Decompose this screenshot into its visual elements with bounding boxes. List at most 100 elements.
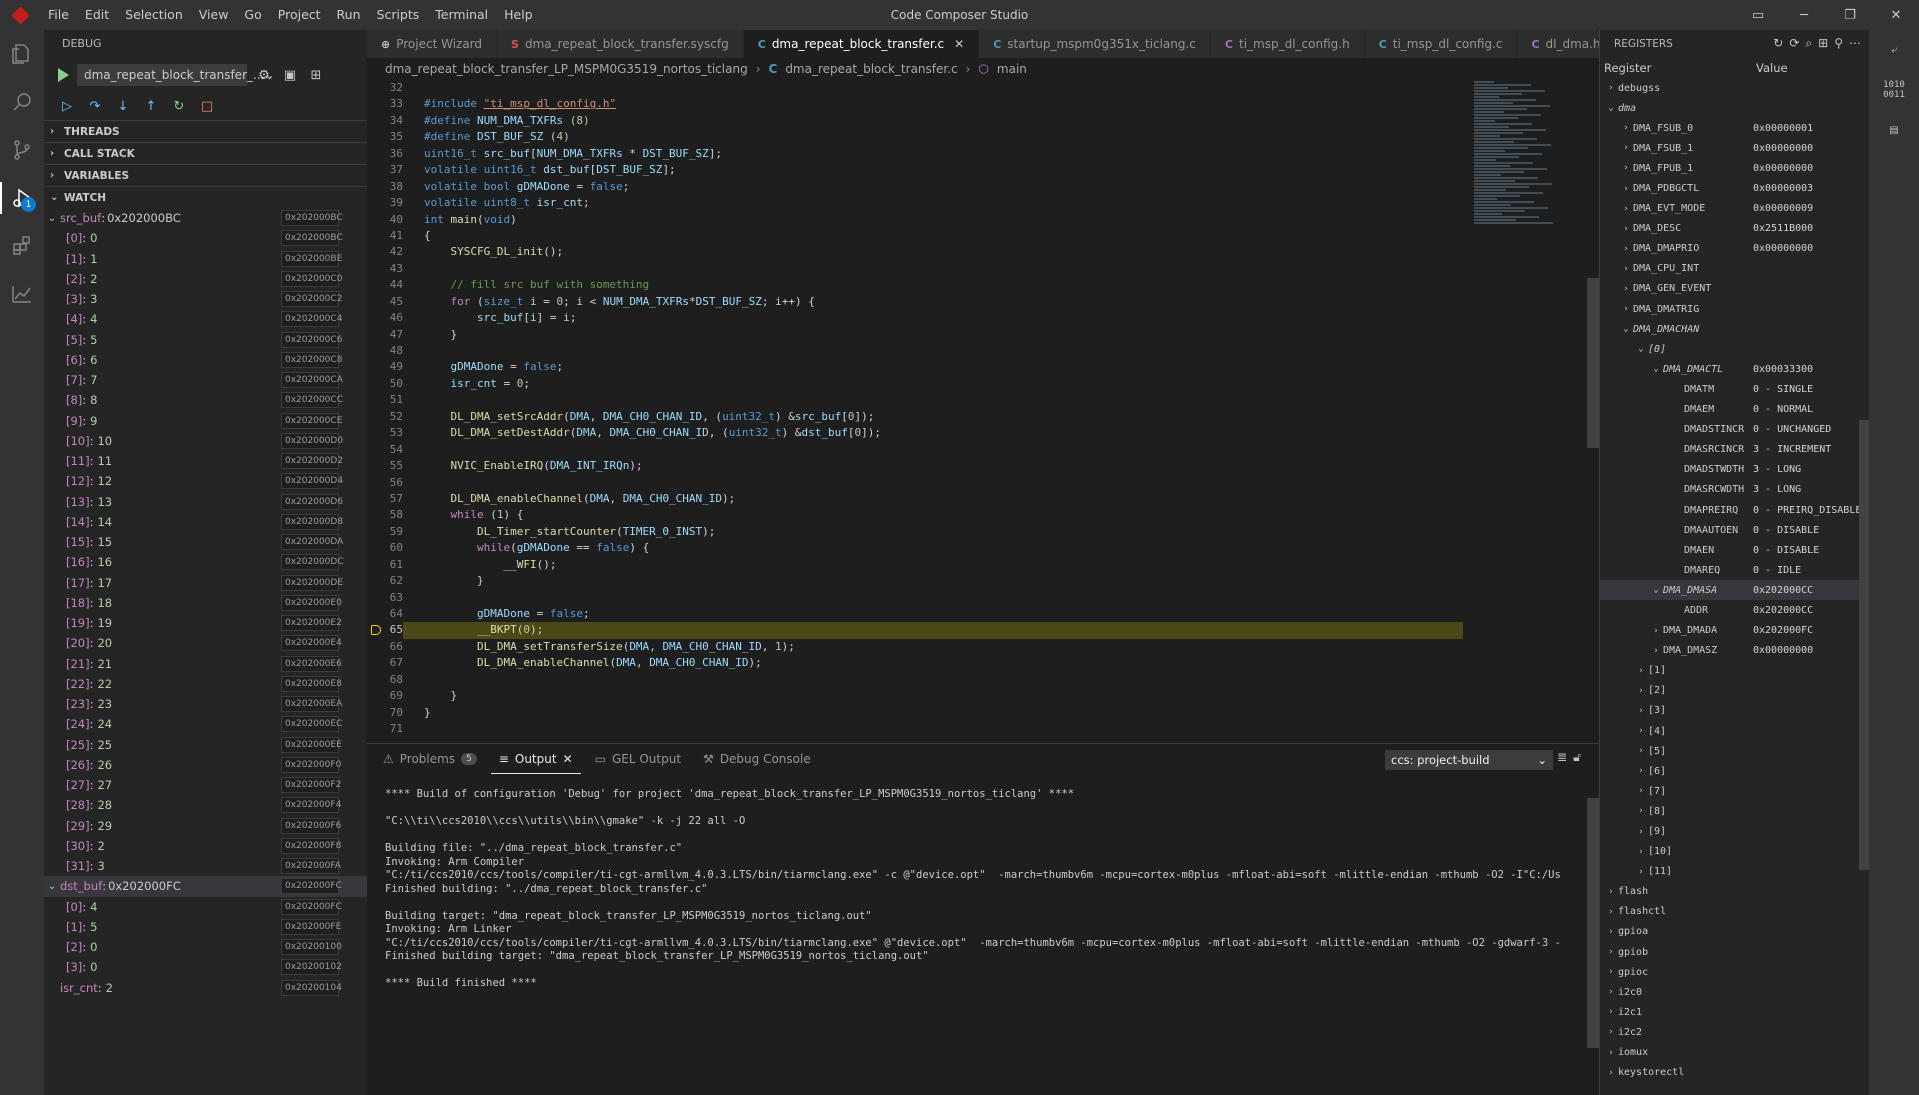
layout-icon[interactable]: ▭	[1735, 0, 1781, 30]
watch-row[interactable]: [1]:1 0x202000BE	[44, 249, 367, 269]
pin-icon[interactable]: ⚲	[1834, 36, 1843, 51]
watch-row[interactable]: [17]:17 0x202000DE	[44, 573, 367, 593]
chevron-right-icon[interactable]: ›	[1604, 1007, 1618, 1017]
watch-row[interactable]: [28]:28 0x202000F4	[44, 795, 367, 815]
breadcrumb-symbol[interactable]: main	[997, 62, 1027, 76]
register-row[interactable]: ⌄ DMA_DMACHAN	[1600, 319, 1869, 339]
chevron-right-icon[interactable]: ›	[1619, 123, 1633, 133]
watch-address-field[interactable]: 0x202000F2	[281, 777, 341, 793]
menu-view[interactable]: View	[191, 0, 237, 30]
register-row[interactable]: › DMA_FSUB_1 0x00000000	[1600, 138, 1869, 158]
watch-row[interactable]: [3]:0 0x20200102	[44, 957, 367, 977]
chevron-right-icon[interactable]: ›	[1634, 686, 1648, 696]
run-debug-icon[interactable]: 1	[0, 174, 44, 222]
watch-address-field[interactable]: 0x202000FC	[281, 898, 342, 915]
watch-address-field[interactable]: 0x202000E8	[281, 675, 342, 692]
register-row[interactable]: › DMA_DMATRIG	[1600, 299, 1869, 319]
watch-address-field[interactable]: 0x202000E2	[281, 615, 342, 631]
scrollbar-thumb[interactable]	[1587, 798, 1599, 1048]
trace-chart-icon[interactable]	[0, 270, 44, 318]
register-row[interactable]: DMAAUTOEN 0 - DISABLE	[1600, 520, 1869, 540]
register-row[interactable]: › DMA_DESC 0x2511B000	[1600, 219, 1869, 239]
watch-row[interactable]: [23]:23 0x202000EA	[44, 694, 367, 714]
step-over-icon[interactable]: ↷	[86, 97, 104, 115]
watch-address-field[interactable]: 0x202000DE	[281, 574, 343, 591]
chevron-right-icon[interactable]: ›	[1634, 746, 1648, 756]
breadcrumb-file[interactable]: dma_repeat_block_transfer.c	[785, 62, 957, 76]
watch-address-field[interactable]: 0x202000DA	[281, 534, 343, 550]
watch-row[interactable]: [7]:7 0x202000CA	[44, 370, 367, 390]
menu-file[interactable]: File	[40, 0, 77, 30]
register-row[interactable]: › [9]	[1600, 821, 1869, 841]
register-row[interactable]: DMASRCINCR 3 - INCREMENT	[1600, 440, 1869, 460]
watch-row[interactable]: [31]:3 0x202000FA	[44, 856, 367, 876]
registers-view-icon[interactable]: 1010 0011	[1869, 70, 1919, 110]
watch-address-field[interactable]: 0x202000FE	[281, 918, 341, 935]
register-row[interactable]: DMADSTWDTH 3 - LONG	[1600, 460, 1869, 480]
register-row[interactable]: › [5]	[1600, 741, 1869, 761]
step-out-icon[interactable]: ↑	[142, 97, 160, 115]
menu-help[interactable]: Help	[496, 0, 541, 30]
tab-dma-repeat-block-transfer-syscfg[interactable]: Sdma_repeat_block_transfer.syscfg	[497, 30, 744, 58]
watch-row[interactable]: [25]:25 0x202000EE	[44, 735, 367, 755]
chevron-right-icon[interactable]: ›	[1634, 706, 1648, 716]
chevron-down-icon[interactable]: ⌄	[1649, 585, 1663, 595]
chevron-right-icon[interactable]: ›	[1619, 244, 1633, 254]
register-row[interactable]: › [8]	[1600, 801, 1869, 821]
explorer-icon[interactable]	[0, 30, 44, 78]
watch-address-field[interactable]: 0x202000EE	[281, 736, 342, 753]
menu-terminal[interactable]: Terminal	[427, 0, 496, 30]
open-launch-icon[interactable]: ⊞	[307, 66, 325, 84]
register-value[interactable]: 0x202000CC	[1753, 605, 1813, 616]
register-row[interactable]: › iomux	[1600, 1043, 1869, 1063]
chevron-right-icon[interactable]: ›	[1604, 907, 1618, 917]
memory-view-icon[interactable]: ▤	[1869, 110, 1919, 150]
watch-address-field[interactable]: 0x202000D4	[281, 473, 343, 490]
start-debug-icon[interactable]	[58, 68, 69, 82]
gear-icon[interactable]: ⚙	[255, 66, 273, 84]
register-row[interactable]: DMASRCWDTH 3 - LONG	[1600, 480, 1869, 500]
register-row[interactable]: › DMA_DMADA 0x202000FC	[1600, 621, 1869, 641]
register-row[interactable]: DMATM 0 - SINGLE	[1600, 379, 1869, 399]
close-window-icon[interactable]: ✕	[1873, 0, 1919, 30]
editor-scrollbar[interactable]	[1587, 80, 1599, 743]
collapse-icon[interactable]: ⤶	[1869, 30, 1919, 70]
watch-row[interactable]: [30]:2 0x202000F8	[44, 836, 367, 856]
watch-address-field[interactable]: 0x20200100	[281, 939, 342, 955]
watch-address-field[interactable]: 0x202000D2	[281, 453, 343, 469]
register-row[interactable]: DMAPREIRQ 0 - PREIRQ_DISABLE	[1600, 500, 1869, 520]
chevron-right-icon[interactable]: ›	[1619, 184, 1633, 194]
register-row[interactable]: DMAEN 0 - DISABLE	[1600, 540, 1869, 560]
watch-address-field[interactable]: 0x202000E6	[281, 655, 342, 672]
watch-address-field[interactable]: 0x202000CC	[281, 392, 343, 409]
watch-address-field[interactable]: 0x202000F8	[281, 837, 341, 854]
watch-address-field[interactable]: 0x202000F6	[281, 817, 341, 834]
watch-address-field[interactable]: 0x202000E4	[281, 635, 342, 652]
watch-parent-row[interactable]: ⌄ src_buf:0x202000BC 0x202000BC	[44, 208, 367, 228]
watch-address-field[interactable]: 0x202000D8	[281, 513, 343, 530]
chevron-right-icon[interactable]: ›	[1604, 927, 1618, 937]
register-row[interactable]: ⌄ DMA_DMACTL 0x00033300	[1600, 359, 1869, 379]
watch-address-field[interactable]: 0x202000D6	[281, 493, 343, 510]
chevron-right-icon[interactable]: ›	[1619, 224, 1633, 234]
register-value[interactable]: 0x00000000	[1753, 243, 1813, 254]
register-row[interactable]: › [11]	[1600, 862, 1869, 882]
chevron-right-icon[interactable]: ›	[1634, 827, 1648, 837]
watch-row[interactable]: [2]:2 0x202000C0	[44, 269, 367, 289]
register-row[interactable]: › [3]	[1600, 701, 1869, 721]
register-value[interactable]: 0 - DISABLE	[1753, 545, 1819, 556]
register-value[interactable]: 3 - INCREMENT	[1753, 444, 1831, 455]
watch-row[interactable]: [1]:5 0x202000FE	[44, 917, 367, 937]
register-value[interactable]: 0 - NORMAL	[1753, 404, 1813, 415]
section-call-stack[interactable]: › CALL STACK	[44, 142, 367, 164]
section-variables[interactable]: › VARIABLES	[44, 164, 367, 186]
chevron-right-icon[interactable]: ›	[1604, 887, 1618, 897]
register-row[interactable]: › debugss	[1600, 78, 1869, 98]
watch-row[interactable]: [12]:12 0x202000D4	[44, 471, 367, 491]
register-row[interactable]: › DMA_CPU_INT	[1600, 259, 1869, 279]
stop-icon[interactable]: □	[198, 97, 216, 115]
watch-address-field[interactable]: 0x20200102	[281, 959, 342, 976]
watch-row[interactable]: [6]:6 0x202000C8	[44, 350, 367, 370]
register-row[interactable]: › keystorectl	[1600, 1063, 1869, 1083]
search-icon[interactable]: ⌕	[1805, 36, 1812, 51]
